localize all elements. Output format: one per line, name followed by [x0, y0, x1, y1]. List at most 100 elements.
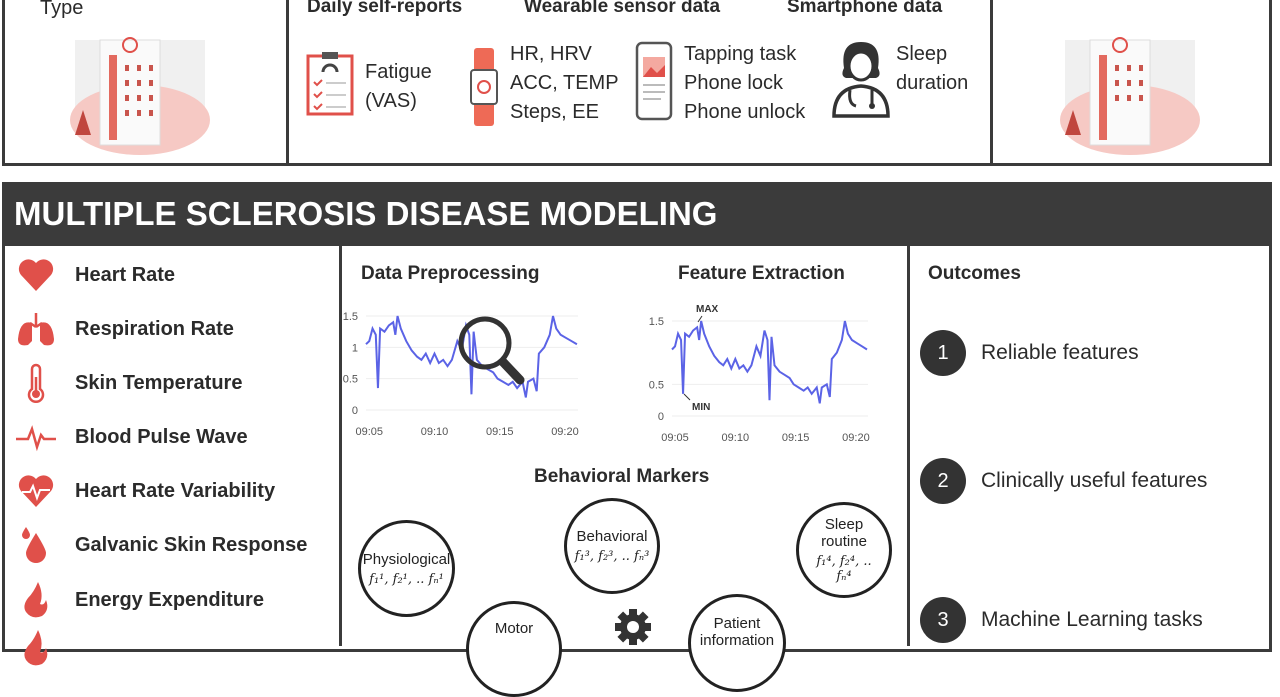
y-tick-label: 0.5 — [343, 374, 358, 386]
smartphone-icon — [635, 41, 673, 121]
self-report-text: Fatigue (VAS) — [365, 58, 432, 116]
text-line: Tapping task — [684, 43, 797, 65]
signal-energy-expenditure: Energy Expenditure — [16, 580, 264, 620]
outcome-item: 2 Clinically useful features — [920, 458, 1207, 504]
extraction-chart: 0 0.5 1.5 09:05 09:10 09:15 09:20 MAX MIN — [649, 304, 870, 444]
text-line: duration — [896, 72, 969, 94]
smartphone-text: Tapping task Phone lock Phone unlock — [684, 40, 805, 127]
signal-galvanic-skin-response: Galvanic Skin Response — [16, 525, 307, 565]
x-tick-label: 09:10 — [421, 426, 449, 438]
signal-heart-rate-variability: Heart Rate Variability — [16, 471, 275, 511]
outcomes-title: Outcomes — [928, 263, 1021, 284]
wearable-text: HR, HRV ACC, TEMP Steps, EE — [510, 40, 619, 127]
sleep-text: Sleep duration — [896, 40, 968, 98]
outcome-number: 3 — [920, 597, 966, 643]
preprocessing-chart: 0 0.5 1 1.5 09:05 09:10 09:15 09:20 — [343, 311, 579, 438]
signal-heart-rate: Heart Rate — [16, 255, 175, 295]
signal-label: Heart Rate — [75, 263, 176, 286]
marker-motor: Motor — [466, 601, 562, 697]
data-line — [365, 315, 578, 398]
text-line: Phone unlock — [684, 101, 806, 123]
data-line — [671, 320, 868, 404]
heart-pulse-icon — [18, 475, 54, 507]
outcome-number: 1 — [920, 330, 966, 376]
extraction-title: Feature Extraction — [678, 263, 845, 284]
text-line: (VAS) — [365, 90, 417, 112]
doctor-icon — [832, 42, 890, 118]
outcome-label: Machine Learning tasks — [981, 608, 1203, 631]
outcome-item: 3 Machine Learning tasks — [920, 597, 1203, 643]
divider — [907, 246, 910, 646]
signal-respiration-rate: Respiration Rate — [16, 309, 234, 349]
flame-icon — [24, 630, 48, 666]
marker-name: Patient information — [699, 615, 775, 649]
smartwatch-icon — [470, 48, 498, 126]
text-line: HR, HRV — [510, 43, 592, 65]
y-tick-label: 0 — [658, 411, 664, 423]
marker-features: f₁⁴, f₂⁴, .. fₙ⁴ — [816, 554, 872, 584]
signal-label: Skin Temperature — [75, 371, 243, 394]
y-tick-label: 0 — [352, 405, 358, 417]
text-line: ACC, TEMP — [510, 72, 619, 94]
lungs-icon — [18, 313, 54, 346]
text-line: Sleep — [896, 43, 948, 65]
marker-name: Sleep routine — [821, 516, 867, 550]
marker-behavioral: Behavioral f₁³, f₂³, .. fₙ³ — [564, 498, 660, 594]
y-tick-label: 1 — [352, 342, 358, 354]
signal-label: Respiration Rate — [75, 317, 234, 340]
thermometer-icon — [27, 363, 45, 403]
heart-icon — [18, 259, 54, 291]
magnifier-handle — [498, 357, 525, 385]
signal-label: Energy Expenditure — [75, 588, 264, 611]
flame-icon — [24, 582, 48, 618]
max-annotation: MAX — [696, 304, 719, 315]
outcome-item: 1 Reliable features — [920, 330, 1139, 376]
marker-features: f₁³, f₂³, .. fₙ³ — [574, 549, 650, 564]
clipboard-icon — [306, 52, 354, 116]
text-line: Phone lock — [684, 72, 783, 94]
preprocessing-title: Data Preprocessing — [361, 263, 540, 284]
outcome-label: Reliable features — [981, 341, 1139, 364]
outcome-label: Clinically useful features — [981, 469, 1208, 492]
text-line: Steps, EE — [510, 101, 599, 123]
x-tick-label: 09:05 — [661, 432, 689, 444]
gear-icon — [615, 609, 651, 645]
marker-sleep-routine: Sleep routine f₁⁴, f₂⁴, .. fₙ⁴ — [796, 502, 892, 598]
y-tick-label: 0.5 — [649, 379, 664, 391]
marker-name: Behavioral — [576, 528, 648, 545]
section-title: Wearable sensor data — [524, 0, 721, 17]
y-tick-label: 1.5 — [343, 311, 358, 323]
x-tick-label: 09:05 — [355, 426, 383, 438]
signal-blood-pulse-wave: Blood Pulse Wave — [16, 417, 248, 457]
x-tick-label: 09:15 — [486, 426, 514, 438]
x-tick-label: 09:10 — [722, 432, 750, 444]
type-label: Type — [40, 0, 84, 19]
divider — [990, 0, 993, 165]
x-tick-label: 09:20 — [551, 426, 579, 438]
divider — [286, 0, 289, 165]
outcome-number: 2 — [920, 458, 966, 504]
min-annotation: MIN — [692, 402, 710, 413]
section-title: Daily self-reports — [307, 0, 463, 17]
hospital-illustration — [1060, 37, 1200, 155]
y-tick-label: 1.5 — [649, 316, 664, 328]
section-title: Smartphone data — [787, 0, 943, 17]
hospital-illustration — [70, 37, 210, 155]
min-pointer — [683, 393, 691, 401]
signal-label: Heart Rate Variability — [75, 479, 276, 502]
marker-physiological: Physiological f₁¹, f₂¹, .. fₙ¹ — [358, 520, 455, 617]
signal-label: Blood Pulse Wave — [75, 425, 248, 448]
main-title-bar: MULTIPLE SCLEROSIS DISEASE MODELING — [2, 182, 1272, 246]
signal-skin-temperature: Skin Temperature — [16, 363, 242, 403]
marker-patient-information: Patient information — [688, 594, 786, 692]
marker-name: Physiological — [362, 550, 451, 568]
text-line: Fatigue — [365, 61, 432, 83]
markers-title: Behavioral Markers — [534, 466, 710, 487]
marker-name: Motor — [494, 620, 534, 637]
droplets-icon — [22, 527, 46, 563]
main-title: MULTIPLE SCLEROSIS DISEASE MODELING — [14, 195, 718, 232]
x-tick-label: 09:20 — [842, 432, 870, 444]
marker-features: f₁¹, f₂¹, .. fₙ¹ — [369, 571, 444, 587]
pulse-wave-icon — [16, 425, 56, 452]
signal-label: Galvanic Skin Response — [75, 533, 308, 556]
